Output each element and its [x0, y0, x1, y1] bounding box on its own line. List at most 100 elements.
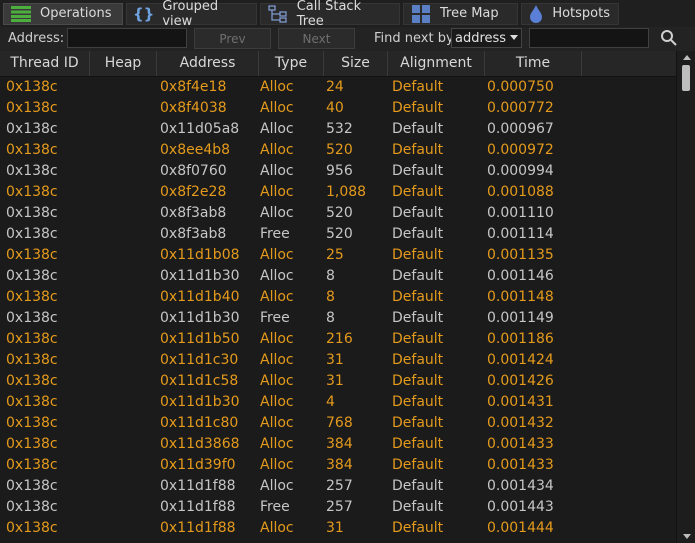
cell-size: 520 [326, 226, 353, 242]
scrollbar-thumb[interactable] [682, 65, 690, 91]
column-header-thread-id[interactable]: Thread ID [0, 51, 90, 76]
cell-type: Alloc [260, 478, 294, 494]
tab-call-stack-tree[interactable]: Call Stack Tree [260, 0, 400, 29]
table-row[interactable]: 0x138c 0x11d1b50 Alloc 216 Default 0.001186 [0, 329, 676, 350]
cell-thread-id: 0x138c [6, 79, 58, 95]
table-row[interactable]: 0x138c 0x11d1b40 Alloc 8 Default 0.001148 [0, 287, 676, 308]
cell-address: 0x8f4e18 [160, 79, 227, 95]
cell-type: Free [260, 226, 290, 242]
cell-type: Free [260, 499, 290, 515]
table-row[interactable]: 0x138c 0x8f4038 Alloc 40 Default 0.000772 [0, 98, 676, 119]
table-header: Thread ID Heap Address Type Size Alignme… [0, 51, 676, 77]
next-button[interactable]: Next [278, 28, 355, 49]
search-icon[interactable] [660, 29, 680, 49]
column-header-alignment[interactable]: Alignment [388, 51, 485, 76]
table-row[interactable]: 0x138c 0x8f2e28 Alloc 1,088 Default 0.001088 [0, 182, 676, 203]
table-row[interactable]: 0x138c 0x8f3ab8 Alloc 520 Default 0.001110 [0, 203, 676, 224]
cell-thread-id: 0x138c [6, 415, 58, 431]
treemap-icon [410, 4, 432, 23]
tab-grouped-view[interactable]: {} Grouped view [126, 0, 257, 29]
cell-thread-id: 0x138c [6, 310, 58, 326]
scroll-up-arrow-icon[interactable] [683, 55, 691, 60]
cell-thread-id: 0x138c [6, 247, 58, 263]
cell-type: Alloc [260, 352, 294, 368]
column-header-type[interactable]: Type [259, 51, 324, 76]
table-row[interactable]: 0x138c 0x11d1f88 Alloc 31 Default 0.001444 [0, 518, 676, 539]
table-row[interactable]: 0x138c 0x11d1c80 Alloc 768 Default 0.001432 [0, 413, 676, 434]
cell-alignment: Default [392, 415, 444, 431]
column-header-heap[interactable]: Heap [90, 51, 157, 76]
cell-thread-id: 0x138c [6, 142, 58, 158]
table-row[interactable]: 0x138c 0x11d1b08 Alloc 25 Default 0.001135 [0, 245, 676, 266]
cell-type: Alloc [260, 142, 294, 158]
cell-alignment: Default [392, 331, 444, 347]
cell-time: 0.001433 [487, 436, 554, 452]
cell-size: 31 [326, 373, 344, 389]
cell-thread-id: 0x138c [6, 499, 58, 515]
address-input[interactable] [67, 28, 187, 48]
tab-tree-map[interactable]: Tree Map [403, 2, 518, 25]
table-row[interactable]: 0x138c 0x11d1c58 Alloc 31 Default 0.001426 [0, 371, 676, 392]
table-row[interactable]: 0x138c 0x8f3ab8 Free 520 Default 0.001114 [0, 224, 676, 245]
cell-alignment: Default [392, 499, 444, 515]
table-row[interactable]: 0x138c 0x11d1b30 Free 8 Default 0.001149 [0, 308, 676, 329]
search-input[interactable] [529, 28, 649, 48]
cell-time: 0.001148 [487, 289, 554, 305]
table-row[interactable]: 0x138c 0x8f0760 Alloc 956 Default 0.000994 [0, 161, 676, 182]
table-row[interactable]: 0x138c 0x11d39f0 Alloc 384 Default 0.001433 [0, 455, 676, 476]
tab-label: Grouped view [162, 0, 219, 29]
cell-thread-id: 0x138c [6, 352, 58, 368]
prev-button[interactable]: Prev [194, 28, 271, 49]
table-row[interactable]: 0x138c 0x8f4e18 Alloc 24 Default 0.000750 [0, 77, 676, 98]
column-header-address[interactable]: Address [157, 51, 259, 76]
cell-time: 0.001433 [487, 457, 554, 473]
cell-size: 8 [326, 289, 335, 305]
tab-hotspots[interactable]: Hotspots [521, 2, 619, 25]
cell-type: Alloc [260, 100, 294, 116]
vertical-scrollbar[interactable] [676, 51, 695, 543]
cell-thread-id: 0x138c [6, 478, 58, 494]
cell-type: Free [260, 310, 290, 326]
cell-size: 384 [326, 457, 353, 473]
table-row[interactable]: 0x138c 0x11d1c30 Alloc 31 Default 0.001424 [0, 350, 676, 371]
table-row[interactable]: 0x138c 0x11d1b30 Alloc 4 Default 0.001431 [0, 392, 676, 413]
cell-thread-id: 0x138c [6, 520, 58, 536]
cell-time: 0.001135 [487, 247, 554, 263]
operations-table: Thread ID Heap Address Type Size Alignme… [0, 51, 695, 543]
table-row[interactable]: 0x138c 0x8ee4b8 Alloc 520 Default 0.000972 [0, 140, 676, 161]
cell-address: 0x11d3868 [160, 436, 240, 452]
column-header-size[interactable]: Size [324, 51, 388, 76]
cell-time: 0.001434 [487, 478, 554, 494]
scroll-down-arrow-icon[interactable] [683, 534, 691, 539]
cell-address: 0x8f3ab8 [160, 205, 227, 221]
find-by-select[interactable]: address [451, 28, 522, 48]
table-row[interactable]: 0x138c 0x11d05a8 Alloc 532 Default 0.000967 [0, 119, 676, 140]
cell-alignment: Default [392, 205, 444, 221]
cell-thread-id: 0x138c [6, 205, 58, 221]
cell-type: Alloc [260, 289, 294, 305]
cell-address: 0x8ee4b8 [160, 142, 231, 158]
cell-size: 956 [326, 163, 353, 179]
cell-thread-id: 0x138c [6, 289, 58, 305]
cell-time: 0.001424 [487, 352, 554, 368]
table-row[interactable]: 0x138c 0x11d3868 Alloc 384 Default 0.001433 [0, 434, 676, 455]
cell-time: 0.001186 [487, 331, 554, 347]
column-header-time[interactable]: Time [485, 51, 582, 76]
cell-size: 8 [326, 310, 335, 326]
cell-type: Alloc [260, 520, 294, 536]
cell-thread-id: 0x138c [6, 331, 58, 347]
table-row[interactable]: 0x138c 0x11d1f88 Alloc 257 Default 0.001434 [0, 476, 676, 497]
cell-size: 520 [326, 205, 353, 221]
cell-type: Alloc [260, 247, 294, 263]
cell-thread-id: 0x138c [6, 121, 58, 137]
cell-type: Alloc [260, 436, 294, 452]
table-row[interactable]: 0x138c 0x11d1b30 Alloc 8 Default 0.001146 [0, 266, 676, 287]
cell-type: Alloc [260, 373, 294, 389]
cell-type: Alloc [260, 394, 294, 410]
cell-address: 0x11d1b30 [160, 268, 240, 284]
toolbar: Address: Prev Next Find next by address [0, 27, 695, 52]
table-row[interactable]: 0x138c 0x11d1f88 Free 257 Default 0.001443 [0, 497, 676, 518]
cell-size: 1,088 [326, 184, 367, 200]
cell-address: 0x8f2e28 [160, 184, 227, 200]
tab-operations[interactable]: Operations [3, 2, 123, 25]
